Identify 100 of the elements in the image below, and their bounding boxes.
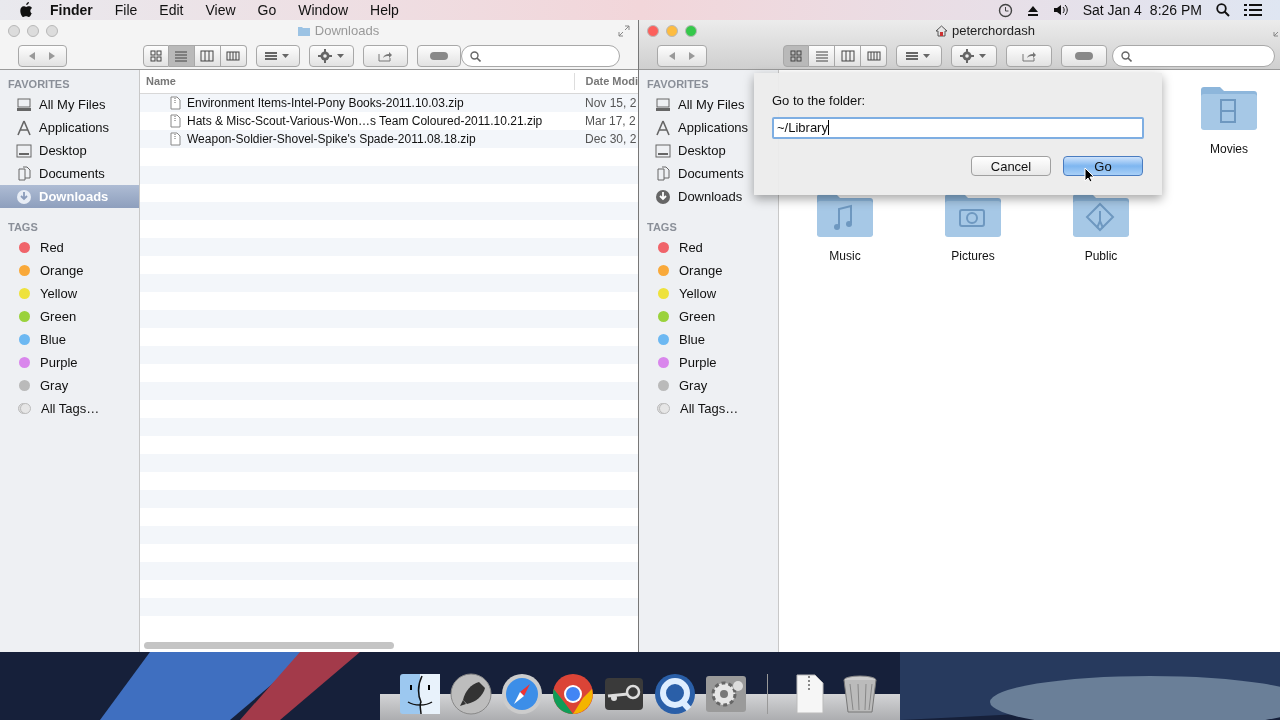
cover-flow-icon — [226, 50, 241, 62]
share-icon — [1021, 50, 1037, 62]
sidebar-item[interactable]: Blue — [639, 328, 778, 351]
forward-icon — [48, 51, 57, 61]
view-mode-tab[interactable] — [835, 45, 861, 67]
folder-icon — [296, 25, 311, 37]
section-heading: FAVORITES — [646, 77, 710, 92]
sidebar-item[interactable]: Orange — [0, 259, 139, 282]
zip-file-icon — [170, 96, 181, 110]
scrollbar[interactable] — [144, 641, 394, 649]
arrange-button[interactable] — [255, 45, 301, 67]
menubar-time[interactable]: 8:26 PM — [1149, 0, 1202, 21]
sidebar-item[interactable]: Downloads — [639, 185, 778, 208]
search-field[interactable] — [1112, 45, 1275, 67]
search-field[interactable] — [461, 45, 620, 67]
table-row[interactable]: Environment Items-Intel-Pony Books-2011.10.03.zip Nov 15, 2 — [140, 94, 638, 112]
sidebar-item[interactable]: Desktop — [0, 139, 139, 162]
menu-item[interactable]: File — [114, 0, 138, 21]
dialog-button[interactable]: Cancel — [971, 155, 1051, 176]
compass-icon[interactable] — [500, 672, 544, 716]
view-mode-tab[interactable] — [194, 45, 221, 67]
file-name[interactable]: Environment Items-Intel-Pony Books-2011.10.03.zip — [187, 94, 464, 112]
sidebar-item[interactable]: Green — [0, 305, 139, 328]
search-icon[interactable] — [1216, 3, 1230, 17]
sidebar-item[interactable]: Applications — [0, 116, 139, 139]
back-forward-button[interactable] — [657, 45, 707, 67]
column-header[interactable]: Name — [140, 73, 575, 90]
menu-item[interactable]: Help — [370, 0, 399, 21]
folder-path-field[interactable]: ~/Library — [772, 116, 1144, 139]
view-mode-tab[interactable] — [809, 45, 835, 67]
sidebar-item[interactable]: Yellow — [0, 282, 139, 305]
column-view-icon — [840, 50, 855, 62]
list-view-icon — [814, 50, 829, 62]
sidebar-item[interactable]: Gray — [639, 374, 778, 397]
back-icon — [28, 51, 37, 61]
column-header[interactable]: Date Modi — [574, 73, 638, 90]
desktop-icon — [16, 142, 32, 159]
file-date: Nov 15, 2 — [585, 95, 637, 112]
view-mode-tab[interactable] — [142, 45, 169, 67]
menubar-date[interactable]: Sat Jan 4 — [1082, 0, 1142, 21]
drawer-icon — [16, 96, 32, 113]
view-mode-tab[interactable] — [861, 45, 887, 67]
back-forward-button[interactable] — [18, 45, 67, 67]
chrome-icon[interactable] — [551, 672, 595, 716]
section-heading: TAGS — [7, 220, 39, 235]
menu-item[interactable]: Window — [298, 0, 349, 21]
dialog-prompt: Go to the folder: — [772, 92, 867, 110]
column-view-icon — [200, 50, 215, 62]
desktop-icon — [655, 142, 671, 159]
apple-logo-icon[interactable] — [18, 1, 34, 19]
sidebar-item[interactable]: Gray — [0, 374, 139, 397]
folder-item[interactable]: Movies — [1165, 72, 1280, 179]
fullscreen-icon[interactable] — [618, 25, 630, 37]
forward-icon — [688, 51, 696, 61]
eject-icon[interactable] — [1026, 4, 1039, 16]
apps-icon — [655, 119, 671, 136]
finder-face-icon[interactable] — [398, 672, 442, 716]
sidebar-item[interactable]: Green — [639, 305, 778, 328]
sidebar-item[interactable]: All My Files — [0, 93, 139, 116]
gear-caret-icon — [960, 49, 988, 63]
film-folder-icon — [1199, 84, 1259, 132]
download-icon — [655, 188, 671, 205]
menu-item[interactable]: Go — [257, 0, 277, 21]
view-mode-tab[interactable] — [783, 45, 809, 67]
sidebar-item[interactable]: Documents — [0, 162, 139, 185]
file-name[interactable]: Weapon-Soldier-Shovel-Spike's Spade-2011.08.18.zip — [187, 130, 476, 148]
tag-button[interactable] — [416, 45, 462, 67]
sidebar-item[interactable]: Purple — [639, 351, 778, 374]
file-name[interactable]: Hats & Misc-Scout-Various-Won…s Team Coloured-2011.10.21.zip — [187, 112, 543, 130]
menu-item[interactable]: Edit — [159, 0, 184, 21]
sidebar-item[interactable]: Blue — [0, 328, 139, 351]
menu-icon[interactable] — [1244, 3, 1262, 17]
dialog-button[interactable]: Go — [1063, 155, 1143, 176]
menu-item[interactable]: Finder — [50, 0, 93, 21]
window-control-button[interactable] — [647, 25, 659, 37]
zip-file-icon — [170, 114, 181, 128]
menu-item[interactable]: View — [205, 0, 236, 21]
sidebar-item[interactable]: Orange — [639, 259, 778, 282]
documents-icon — [16, 165, 32, 182]
documents-icon — [655, 165, 671, 182]
window-title: peterchordash — [951, 22, 1036, 41]
arrange-button[interactable] — [896, 45, 942, 67]
sidebar-item[interactable]: Red — [0, 236, 139, 259]
volume-icon[interactable] — [1052, 4, 1069, 16]
sidebar-item[interactable]: All Tags… — [639, 397, 778, 420]
quicktime-icon[interactable] — [653, 672, 697, 716]
tag-icon — [428, 51, 449, 61]
action-button[interactable] — [951, 45, 997, 67]
table-row[interactable]: Weapon-Soldier-Shovel-Spike's Spade-2011.08.18.zip Dec 30, 2 — [140, 130, 638, 148]
sidebar-item[interactable]: All Tags… — [0, 397, 139, 420]
icon-view-icon — [148, 50, 163, 62]
sidebar-item[interactable]: Red — [639, 236, 778, 259]
all-tags-icon — [657, 403, 670, 414]
sidebar-item[interactable]: Purple — [0, 351, 139, 374]
tag-button[interactable] — [1061, 45, 1107, 67]
file-date: Mar 17, 2 — [585, 113, 636, 130]
sidebar-item[interactable]: Yellow — [639, 282, 778, 305]
clock-icon[interactable] — [997, 2, 1013, 18]
action-button[interactable] — [309, 45, 354, 67]
view-mode-tab[interactable] — [220, 45, 247, 67]
